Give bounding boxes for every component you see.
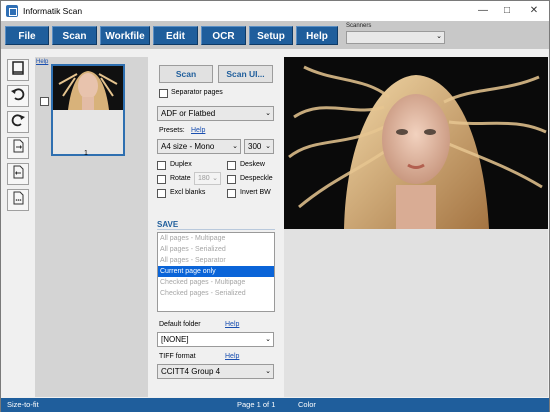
invert-bw-checkbox[interactable] — [227, 189, 236, 198]
source-dropdown[interactable]: ADF or Flatbed ⌄ — [157, 106, 274, 121]
default-folder-help-link[interactable]: Help — [225, 321, 239, 328]
preset-value: A4 size - Mono — [161, 142, 215, 151]
page-checkbox[interactable] — [40, 97, 49, 106]
save-option[interactable]: All pages - Serialized — [158, 244, 274, 255]
chevron-down-icon: ⌄ — [265, 368, 271, 375]
export-button[interactable] — [7, 163, 29, 185]
app-window: Informatik Scan — □ ✕ File Scan Workfile… — [0, 0, 550, 412]
default-folder-dropdown[interactable]: [NONE] ⌄ — [157, 332, 274, 347]
chevron-down-icon: ⌄ — [232, 143, 238, 150]
despeckle-label: Despeckle — [240, 175, 273, 182]
preview-panel — [284, 57, 548, 397]
scan-button[interactable]: Scan — [159, 65, 213, 83]
save-option[interactable]: All pages - Separator — [158, 255, 274, 266]
save-option[interactable]: Checked pages - Serialized — [158, 288, 274, 299]
presets-help-link[interactable]: Help — [191, 127, 205, 134]
default-folder-label: Default folder — [159, 321, 201, 328]
presets-label: Presets: — [159, 127, 185, 134]
chevron-down-icon: ⌄ — [265, 110, 271, 117]
excl-blanks-checkbox[interactable] — [157, 189, 166, 198]
status-page-count: Page 1 of 1 — [237, 400, 276, 409]
chevron-down-icon: ⌄ — [436, 33, 442, 40]
separator-pages-checkbox[interactable] — [159, 89, 168, 98]
page-view-button[interactable] — [7, 59, 29, 81]
status-bar: Size-to-fit Page 1 of 1 Color — [1, 398, 549, 412]
window-title: Informatik Scan — [23, 6, 83, 16]
status-fit-mode: Size-to-fit — [7, 400, 39, 409]
dpi-dropdown[interactable]: 300 ⌄ — [244, 139, 274, 154]
rotate-dropdown[interactable]: 180 ⌄ — [194, 172, 221, 185]
tiff-format-value: CCITT4 Group 4 — [161, 367, 221, 376]
status-color-mode: Color — [298, 400, 316, 409]
save-divider — [157, 229, 275, 230]
menu-scan[interactable]: Scan — [52, 26, 97, 45]
maximize-button[interactable]: □ — [495, 3, 519, 19]
thumbnail-help-link[interactable]: Help — [36, 59, 48, 65]
deskew-checkbox[interactable] — [227, 161, 236, 170]
preset-dropdown[interactable]: A4 size - Mono ⌄ — [157, 139, 241, 154]
rotate-right-button[interactable] — [7, 111, 29, 133]
despeckle-checkbox[interactable] — [227, 175, 236, 184]
scanners-label: Scanners — [346, 23, 372, 29]
rotate-checkbox[interactable] — [157, 175, 166, 184]
thumbnail-image — [53, 66, 123, 110]
source-value: ADF or Flatbed — [161, 109, 216, 118]
menu-edit[interactable]: Edit — [153, 26, 198, 45]
duplex-checkbox[interactable] — [157, 161, 166, 170]
save-option-selected[interactable]: Current page only — [158, 266, 274, 277]
save-header: SAVE — [157, 220, 179, 229]
chevron-down-icon: ⌄ — [212, 175, 218, 182]
rotate-value: 180 — [198, 175, 210, 182]
import-button[interactable] — [7, 137, 29, 159]
dpi-value: 300 — [248, 142, 262, 151]
menu-help[interactable]: Help — [296, 26, 338, 45]
menu-ocr[interactable]: OCR — [201, 26, 246, 45]
minimize-button[interactable]: — — [471, 3, 495, 19]
page-view-icon — [12, 61, 24, 75]
tiff-format-help-link[interactable]: Help — [225, 353, 239, 360]
thumbnail-panel: Help 1 — [35, 57, 148, 397]
duplex-label: Duplex — [170, 161, 192, 168]
menu-setup[interactable]: Setup — [249, 26, 293, 45]
title-bar: Informatik Scan — □ ✕ — [1, 1, 549, 21]
save-option[interactable]: Checked pages - Multipage — [158, 277, 274, 288]
tiff-format-label: TIFF format — [159, 353, 196, 360]
document-icon — [13, 191, 24, 205]
separator-pages-label: Separator pages — [171, 89, 223, 96]
left-toolbar — [4, 57, 30, 397]
invert-bw-label: Invert BW — [240, 189, 271, 196]
save-option[interactable]: All pages - Multipage — [158, 233, 274, 244]
import-icon — [13, 139, 24, 153]
chevron-down-icon: ⌄ — [265, 336, 271, 343]
rotate-left-button[interactable] — [7, 85, 29, 107]
page-thumbnail[interactable] — [51, 64, 125, 156]
menu-file[interactable]: File — [5, 26, 49, 45]
tiff-format-dropdown[interactable]: CCITT4 Group 4 ⌄ — [157, 364, 274, 379]
scanners-dropdown[interactable]: ⌄ — [346, 31, 445, 44]
menu-workfile[interactable]: Workfile — [100, 26, 150, 45]
export-icon — [13, 165, 24, 179]
chevron-down-icon: ⌄ — [265, 143, 271, 150]
document-button[interactable] — [7, 189, 29, 211]
scan-ui-button[interactable]: Scan UI... — [218, 65, 273, 83]
close-button[interactable]: ✕ — [522, 3, 546, 19]
rotate-right-icon — [11, 114, 25, 127]
save-mode-list[interactable]: All pages - Multipage All pages - Serial… — [157, 232, 275, 312]
deskew-label: Deskew — [240, 161, 265, 168]
default-folder-value: [NONE] — [161, 335, 189, 344]
rotate-label: Rotate — [170, 175, 191, 182]
app-logo-icon — [6, 5, 18, 17]
settings-panel: Scan Scan UI... Separator pages ADF or F… — [151, 57, 281, 397]
page-number-label: 1 — [84, 150, 88, 157]
preview-image — [284, 57, 548, 229]
menu-bar: File Scan Workfile Edit OCR Setup Help — [1, 21, 549, 49]
rotate-left-icon — [11, 88, 25, 101]
excl-blanks-label: Excl blanks — [170, 189, 206, 196]
